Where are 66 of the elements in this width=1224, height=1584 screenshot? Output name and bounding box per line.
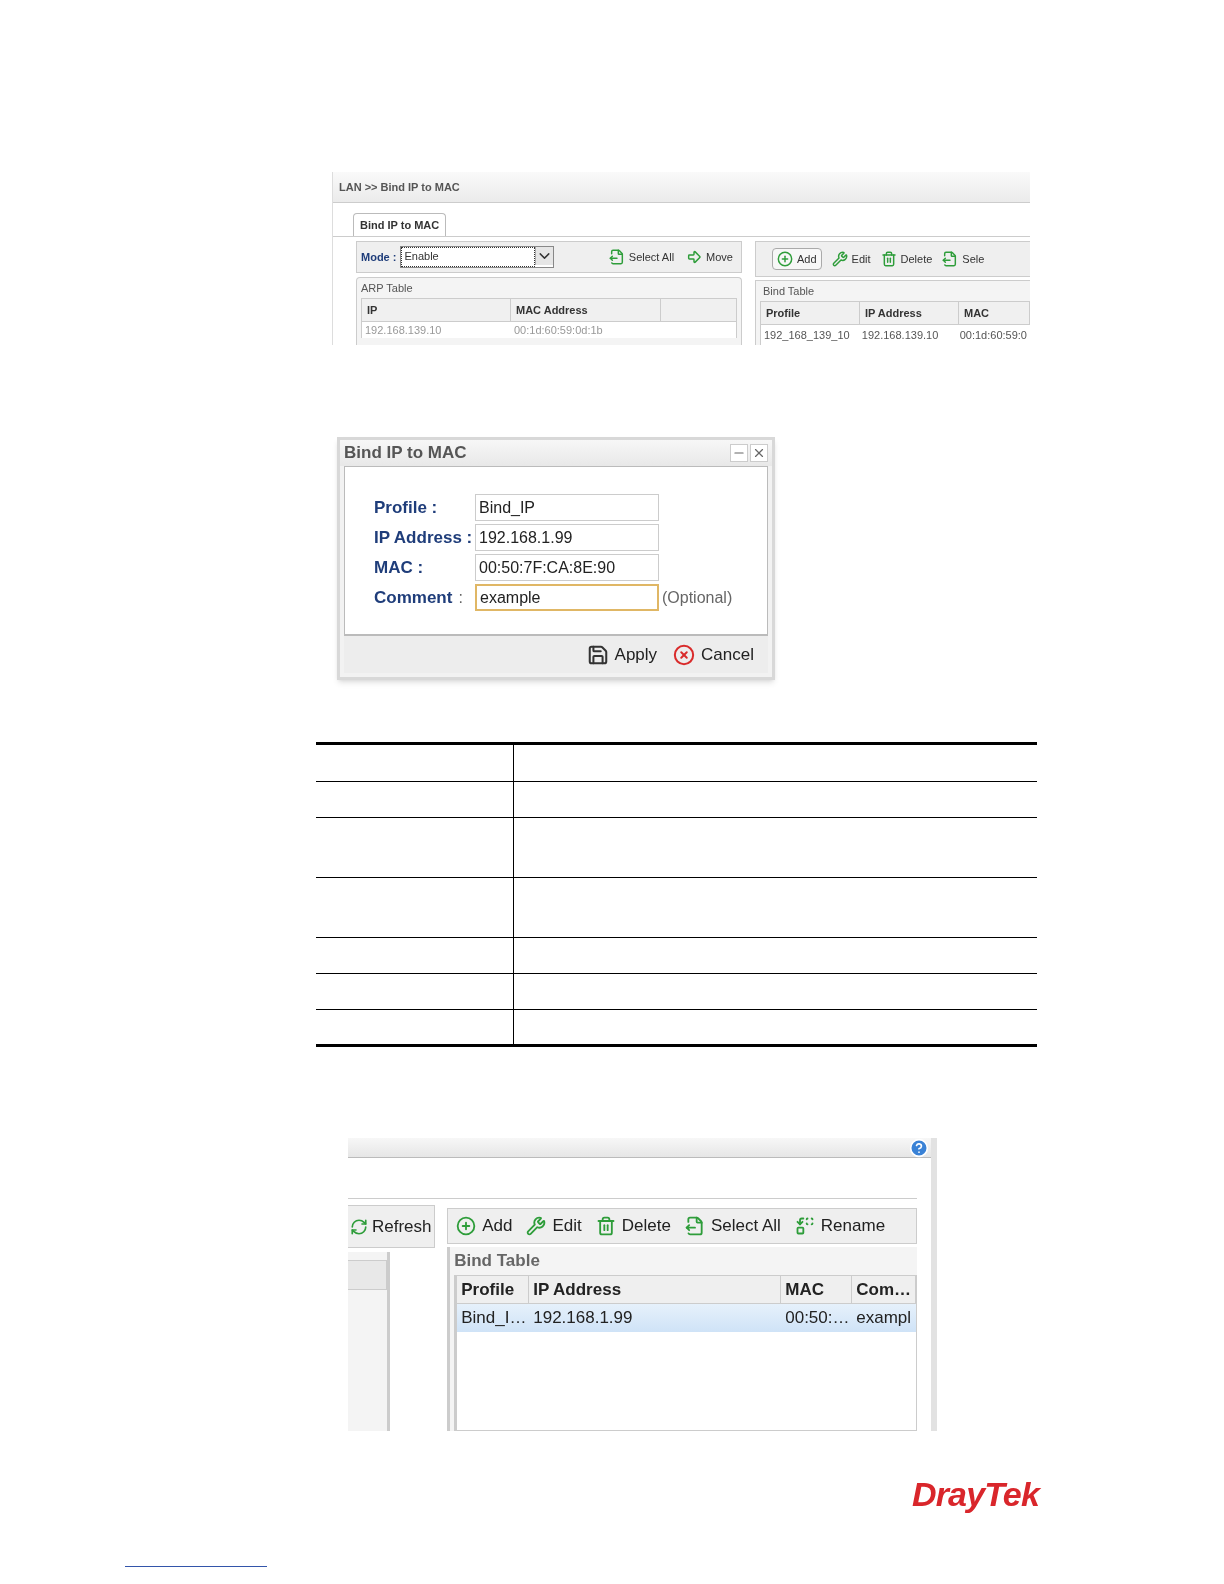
refresh-button[interactable]: Refresh [350, 1213, 432, 1240]
table-title: Bind Table [454, 1250, 541, 1273]
close-icon [752, 446, 766, 460]
help-icon[interactable] [909, 1137, 929, 1158]
refresh-icon [350, 1217, 368, 1236]
add-button[interactable]: Add [456, 1213, 513, 1239]
field-label: MAC : [374, 556, 424, 579]
wrench-icon [526, 1216, 547, 1236]
field-label: IP Address : [374, 526, 473, 549]
text-field[interactable]: 192.168.1.99 [475, 524, 659, 551]
label-separator: : [458, 587, 463, 608]
add-button[interactable]: Add [772, 248, 822, 270]
column-header[interactable]: IP Address [860, 302, 959, 324]
mode-dropdown[interactable]: Enable [400, 246, 555, 268]
table-cell-text: Bind_I… [460, 1307, 528, 1330]
save-icon [586, 643, 609, 666]
edit-button[interactable]: Edit [831, 250, 871, 268]
add-icon [456, 1216, 477, 1236]
rename-button[interactable]: Rename [794, 1213, 886, 1239]
column-header[interactable]: Profile [457, 1276, 530, 1303]
table-cell-text: 192.168.139.10 [860, 327, 940, 343]
table-cell-text: 192_168_139_10 [763, 327, 851, 343]
mode-label: Mode : [361, 249, 397, 265]
column-header[interactable]: IP [362, 299, 511, 321]
cancel-icon [673, 643, 696, 666]
table-cell-text: 192.168.1.99 [532, 1307, 634, 1330]
arrow-icon [686, 249, 703, 265]
wrench-icon [831, 251, 848, 267]
table-cell-text: 192.168.139.10 [364, 322, 443, 338]
delete-button[interactable]: Delete [595, 1213, 671, 1239]
table-cell-text: 00:1d:60:59:0d:1b [513, 322, 604, 338]
optional-hint: (Optional) [662, 587, 733, 608]
close-button[interactable] [750, 444, 768, 462]
field-label: Profile : [374, 496, 438, 519]
select-all-icon [942, 251, 959, 267]
breadcrumb: LAN >> Bind IP to MAC [339, 179, 460, 195]
move-button[interactable]: Move [682, 248, 737, 266]
apply-button[interactable]: Apply [586, 641, 658, 668]
text-field[interactable]: example [475, 584, 659, 611]
column-header[interactable]: Profile [761, 302, 860, 324]
table-cell-text: exampl [855, 1307, 913, 1330]
table-row[interactable]: Bind_I… 192.168.1.99 00:50:… exampl [457, 1304, 916, 1332]
select-all-icon [684, 1216, 705, 1236]
delete-button[interactable]: Delete [880, 250, 933, 268]
table-cell-text: 00:1d:60:59:0 [958, 327, 1028, 343]
text-field[interactable]: 00:50:7F:CA:8E:90 [475, 554, 659, 581]
text-field[interactable]: Bind_IP [475, 494, 659, 521]
rename-icon [794, 1216, 815, 1236]
trash-icon [880, 251, 897, 267]
brand-logo: DrayTek [912, 1475, 1039, 1513]
column-header[interactable]: MAC Address [511, 299, 661, 321]
tab[interactable]: Bind IP to MAC [353, 213, 447, 236]
column-header[interactable]: Com… [852, 1276, 916, 1303]
table-title: Bind Table [762, 283, 816, 299]
select-all-icon [608, 249, 625, 265]
column-header[interactable]: MAC [781, 1276, 853, 1303]
trash-icon [595, 1216, 616, 1236]
table-cell-text: 00:50:… [784, 1307, 851, 1330]
table-title: ARP Table [361, 280, 414, 296]
column-header[interactable]: MAC [959, 302, 1030, 324]
column-header[interactable]: IP Address [529, 1276, 782, 1303]
edit-button[interactable]: Edit [526, 1213, 582, 1239]
cancel-button[interactable]: Cancel [673, 641, 754, 668]
add-icon [777, 251, 793, 267]
field-label: Comment [374, 586, 453, 609]
dialog-title: Bind IP to MAC [344, 442, 467, 465]
